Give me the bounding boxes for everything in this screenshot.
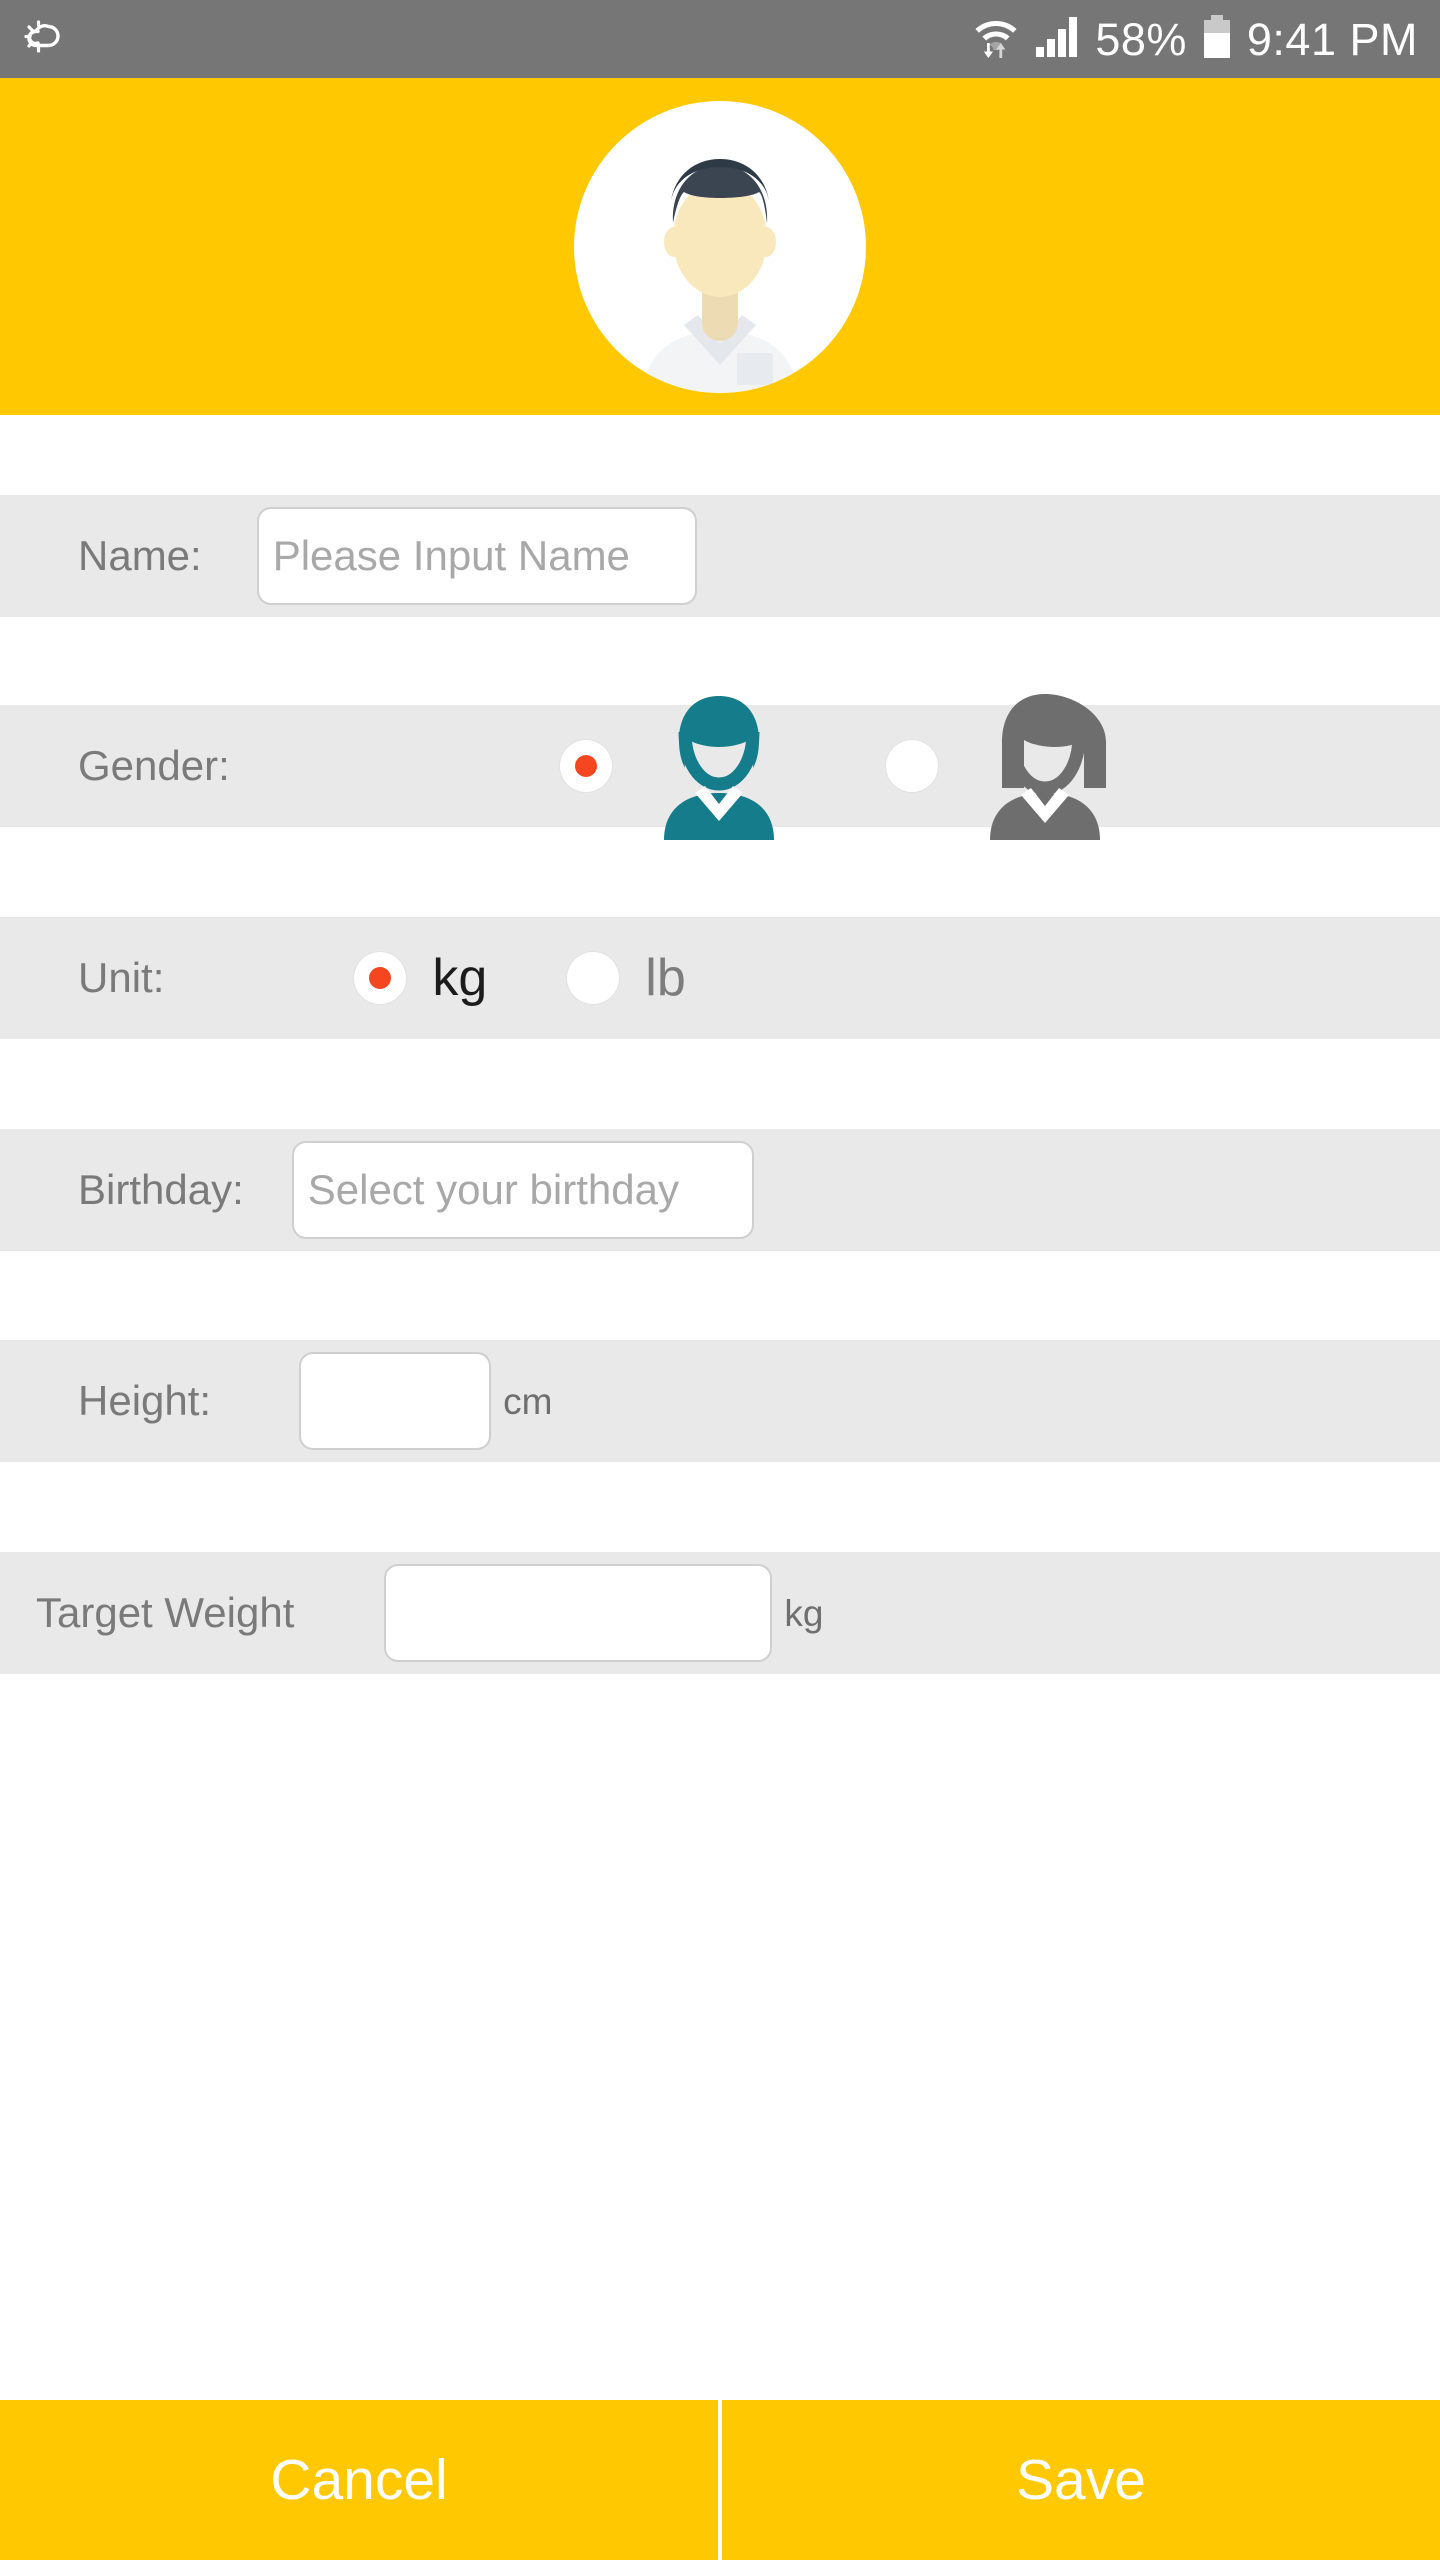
cancel-button[interactable]: Cancel <box>0 2400 718 2560</box>
footer-button-bar: Cancel Save <box>0 2400 1440 2560</box>
wifi-data-transfer-icon <box>971 11 1021 68</box>
unit-option-kg[interactable]: kg <box>354 952 487 1004</box>
height-label: Height: <box>78 1377 212 1424</box>
name-input[interactable]: Please Input Name <box>256 507 697 605</box>
form-row-gender: Gender: <box>0 693 1440 840</box>
radio-dot <box>574 755 597 777</box>
unit-radio-kg[interactable] <box>354 952 407 1004</box>
unit-option-kg-label: kg <box>432 949 488 1007</box>
form-row-height: Height: cm <box>0 1340 1440 1462</box>
save-button[interactable]: Save <box>722 2400 1440 2560</box>
target-weight-label: Target Weight <box>36 1589 295 1636</box>
target-weight-unit-label: kg <box>784 1592 824 1634</box>
gender-radio-female[interactable] <box>885 740 938 792</box>
form-row-name: Name: Please Input Name <box>0 495 1440 617</box>
unit-option-lb[interactable]: lb <box>567 949 686 1007</box>
height-input[interactable] <box>299 1352 492 1450</box>
status-bar-left <box>18 11 70 68</box>
birthday-label: Birthday: <box>78 1166 244 1213</box>
target-weight-input[interactable] <box>384 1564 773 1662</box>
avatar[interactable] <box>574 100 866 393</box>
radio-dot <box>369 967 392 989</box>
form-row-unit: Unit: kg lb <box>0 917 1440 1039</box>
gender-radio-male[interactable] <box>559 740 612 792</box>
unit-radio-lb[interactable] <box>567 952 620 1004</box>
weather-partly-cloudy-icon <box>18 11 70 68</box>
form-row-birthday: Birthday: Select your birthday <box>0 1129 1440 1251</box>
unit-option-lb-label: lb <box>645 949 686 1007</box>
birthday-input-placeholder: Select your birthday <box>307 1166 679 1213</box>
form-row-target-weight: Target Weight kg <box>0 1552 1440 1674</box>
clock-label: 9:41 PM <box>1246 13 1418 65</box>
profile-form: Name: Please Input Name Gender: Unit: kg… <box>0 415 1440 2400</box>
profile-header <box>0 78 1440 415</box>
unit-label: Unit: <box>78 954 165 1001</box>
user-avatar-photo <box>644 158 796 393</box>
name-label: Name: <box>78 532 202 579</box>
birthday-input[interactable]: Select your birthday <box>291 1141 754 1239</box>
cellular-signal-icon <box>1034 11 1082 68</box>
battery-percent-label: 58% <box>1095 13 1187 65</box>
gender-label: Gender: <box>78 742 230 789</box>
name-input-placeholder: Please Input Name <box>272 532 630 579</box>
status-bar-right: 58% 9:41 PM <box>971 11 1418 68</box>
female-figure-icon <box>976 688 1114 845</box>
status-bar: 58% 9:41 PM <box>0 0 1440 78</box>
height-unit-label: cm <box>503 1380 553 1422</box>
gender-option-female[interactable] <box>885 688 1114 845</box>
gender-option-male[interactable] <box>559 688 788 845</box>
male-figure-icon <box>650 688 788 845</box>
battery-icon <box>1200 11 1234 68</box>
